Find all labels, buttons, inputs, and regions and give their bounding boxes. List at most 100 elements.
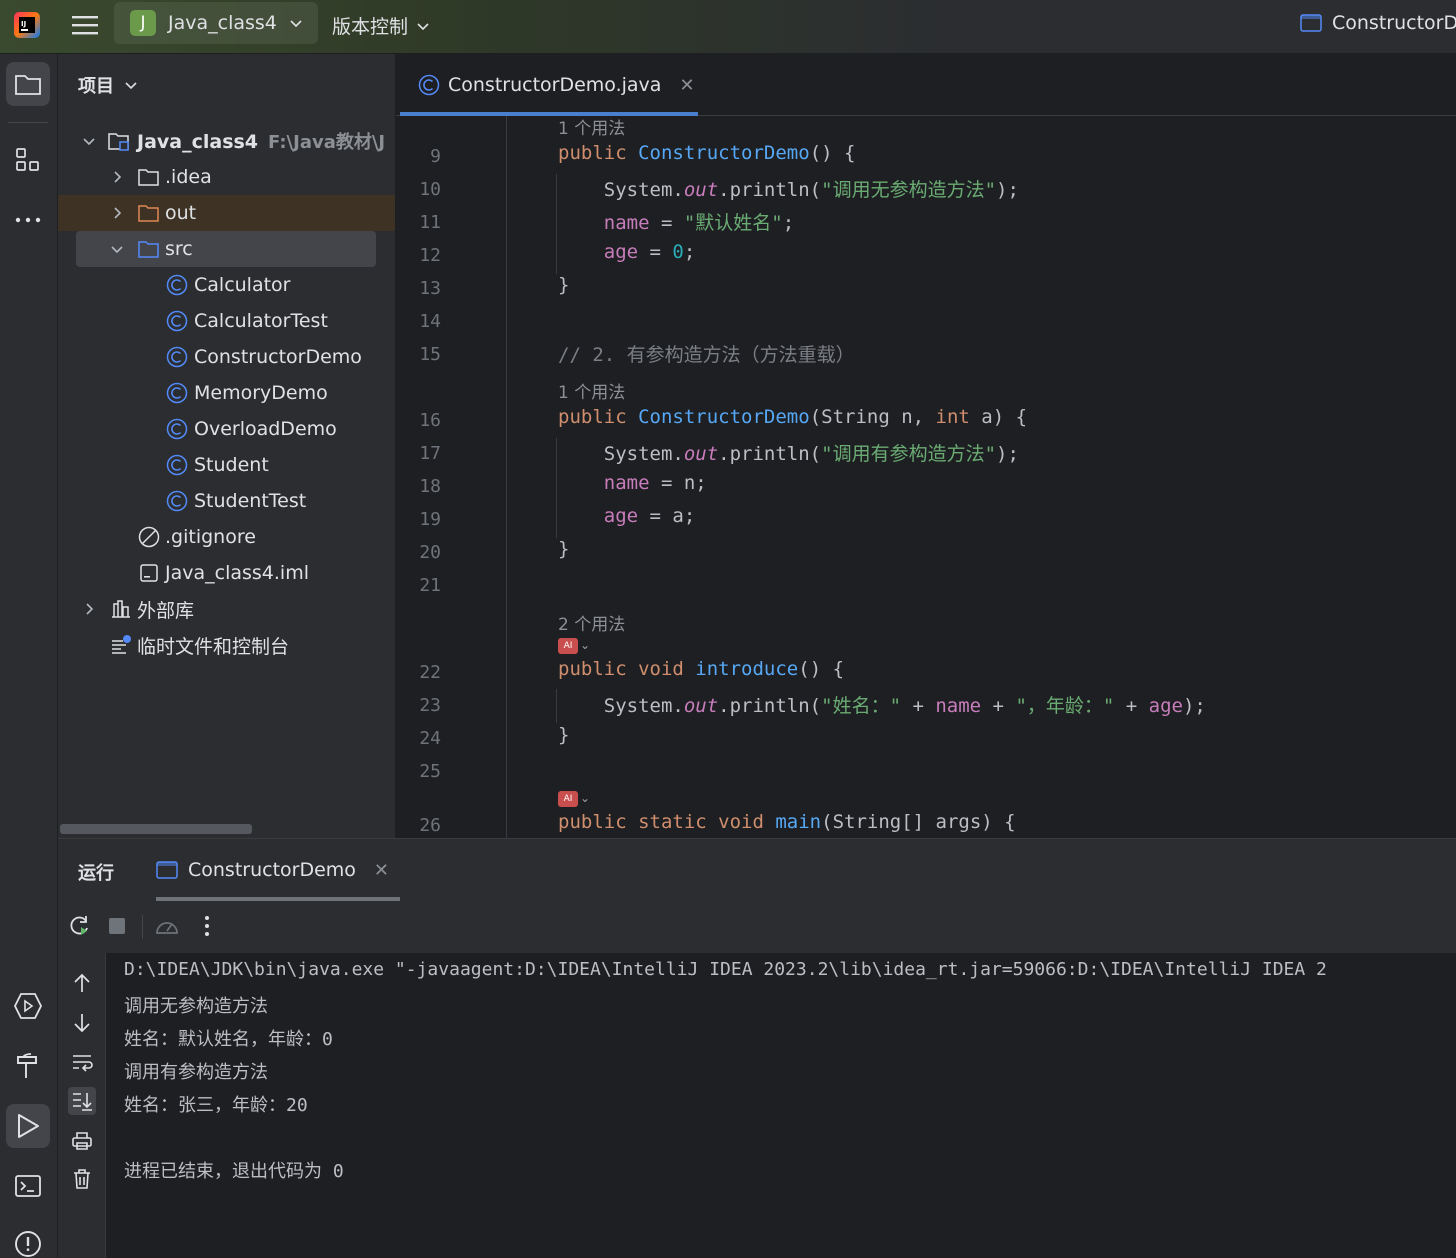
line-number: 24 [419,728,441,749]
usage-hint[interactable]: 1 个用法 [558,114,625,139]
services-icon[interactable] [6,984,50,1028]
tree-item-student[interactable]: Student [58,447,395,483]
scratches-icon [110,634,132,656]
code-text: System.out.println("姓名：" + name + "，年龄："… [558,695,1206,717]
code-line: 19 age = a; [396,503,1456,536]
divider [8,122,48,123]
code-text: System.out.println("调用无参构造方法"); [558,179,1019,201]
folder-icon [138,166,160,188]
intellij-logo-icon[interactable]: IJ [12,10,42,40]
project-tool-folder-icon[interactable] [6,62,50,106]
tree-item-external-libraries[interactable]: 外部库 [58,591,395,627]
code-text: public ConstructorDemo(String n, int a) … [558,406,1028,428]
active-tab-indicator [400,112,698,116]
code-line: 12 age = 0; [396,239,1456,272]
chevron-down-icon[interactable]: ⌄ [580,638,590,652]
soft-wrap-icon[interactable] [68,1049,96,1077]
class-icon [418,74,440,96]
run-config-name: ConstructorD [1332,12,1456,34]
code-text: } [558,274,570,296]
ignore-file-icon [138,526,160,548]
project-switcher[interactable]: J Java_class4 [114,2,318,44]
line-number: 21 [419,575,441,596]
horizontal-scrollbar[interactable] [60,824,252,834]
chevron-right-icon[interactable] [82,602,96,616]
console-line: 进程已结束，退出代码为 0 [124,1161,344,1182]
main-menu-icon[interactable] [72,14,98,36]
chevron-down-icon[interactable]: ⌄ [580,791,590,805]
run-tab-constructordemo[interactable]: ConstructorDemo ✕ [156,839,400,901]
close-icon[interactable]: ✕ [374,860,389,881]
code-line: 23 System.out.println("姓名：" + name + "，年… [396,689,1456,722]
chevron-right-icon[interactable] [110,206,124,220]
arrow-up-icon[interactable] [68,969,96,997]
left-tool-strip [0,54,58,1258]
tree-item-gitignore[interactable]: .gitignore [58,519,395,555]
tree-item-label: Student [194,454,269,476]
line-number: 25 [419,761,441,782]
code-text: } [558,538,570,560]
application-icon [156,861,178,879]
console-output[interactable]: D:\IDEA\JDK\bin\java.exe "-javaagent:D:\… [106,953,1456,1258]
print-icon[interactable] [68,1127,96,1155]
tree-item-src[interactable]: src [76,231,376,267]
build-hammer-icon[interactable] [6,1044,50,1088]
more-tools-icon[interactable] [6,198,50,242]
tree-item-studenttest[interactable]: StudentTest [58,483,395,519]
root-path-hint: F:\Java教材\J [268,132,386,153]
code-line: 17 System.out.println("调用有参构造方法"); [396,437,1456,470]
tree-item-iml[interactable]: Java_class4.iml [58,555,395,591]
tree-item-constructordemo[interactable]: ConstructorDemo [58,339,395,375]
code-line: 26 public static void main(String[] args… [396,809,1456,838]
code-text: System.out.println("调用有参构造方法"); [558,443,1019,465]
ai-assistant-icon[interactable]: AI [558,791,578,807]
arrow-down-icon[interactable] [68,1009,96,1037]
profiler-gauge-icon[interactable] [154,913,180,939]
class-icon [166,490,188,512]
chevron-down-icon[interactable] [110,242,124,256]
clear-trash-icon[interactable] [68,1165,96,1193]
console-line: 调用无参构造方法 [124,996,268,1017]
code-text: public ConstructorDemo() { [558,142,856,164]
rerun-icon[interactable] [66,913,92,939]
ai-assistant-icon[interactable]: AI [558,638,578,654]
chevron-right-icon[interactable] [110,170,124,184]
code-line: 10 System.out.println("调用无参构造方法"); [396,173,1456,206]
stop-icon[interactable] [104,913,130,939]
console-line: 姓名：默认姓名，年龄：0 [124,1029,333,1050]
vcs-menu[interactable]: 版本控制 [332,12,430,39]
project-panel: 项目 Java_class4 F:\Java教材\J .idea out src … [58,54,396,838]
tree-item-scratches[interactable]: 临时文件和控制台 [58,627,395,663]
code-editor[interactable]: ConstructorDemo.java ✕ 1 个用法 9 public Co… [396,54,1456,838]
tree-item-calculator[interactable]: Calculator [58,267,395,303]
terminal-icon[interactable] [6,1164,50,1208]
code-line: 13 } [396,272,1456,305]
class-icon [166,310,188,332]
run-gutter-icon[interactable] [454,815,523,838]
tree-item-label: 外部库 [137,599,195,622]
tree-item-memorydemo[interactable]: MemoryDemo [58,375,395,411]
close-icon[interactable]: ✕ [679,75,694,96]
tree-root-java-class4[interactable]: Java_class4 F:\Java教材\J [58,123,395,159]
console-side-toolbar [58,953,106,1258]
svg-text:IJ: IJ [21,20,26,28]
project-panel-header[interactable]: 项目 [78,72,138,98]
problems-icon[interactable] [6,1222,50,1258]
tree-item-label: .gitignore [165,526,256,548]
code-line: 21 [396,569,1456,602]
divider [142,915,143,939]
run-configuration-selector[interactable]: ConstructorD [1300,12,1456,34]
library-icon [110,598,132,620]
usage-hint[interactable]: 2 个用法 [558,610,625,635]
editor-tab-constructordemo[interactable]: ConstructorDemo.java ✕ [400,54,698,116]
structure-icon[interactable] [6,138,50,182]
tree-item-out[interactable]: out [58,195,395,231]
tree-item-calculatortest[interactable]: CalculatorTest [58,303,395,339]
tree-item-idea[interactable]: .idea [58,159,395,195]
scroll-to-end-icon[interactable] [68,1087,96,1115]
more-options-icon[interactable] [194,913,220,939]
run-icon[interactable] [6,1104,50,1148]
chevron-down-icon[interactable] [82,134,96,148]
usage-hint[interactable]: 1 个用法 [558,378,625,403]
tree-item-overloaddemo[interactable]: OverloadDemo [58,411,395,447]
